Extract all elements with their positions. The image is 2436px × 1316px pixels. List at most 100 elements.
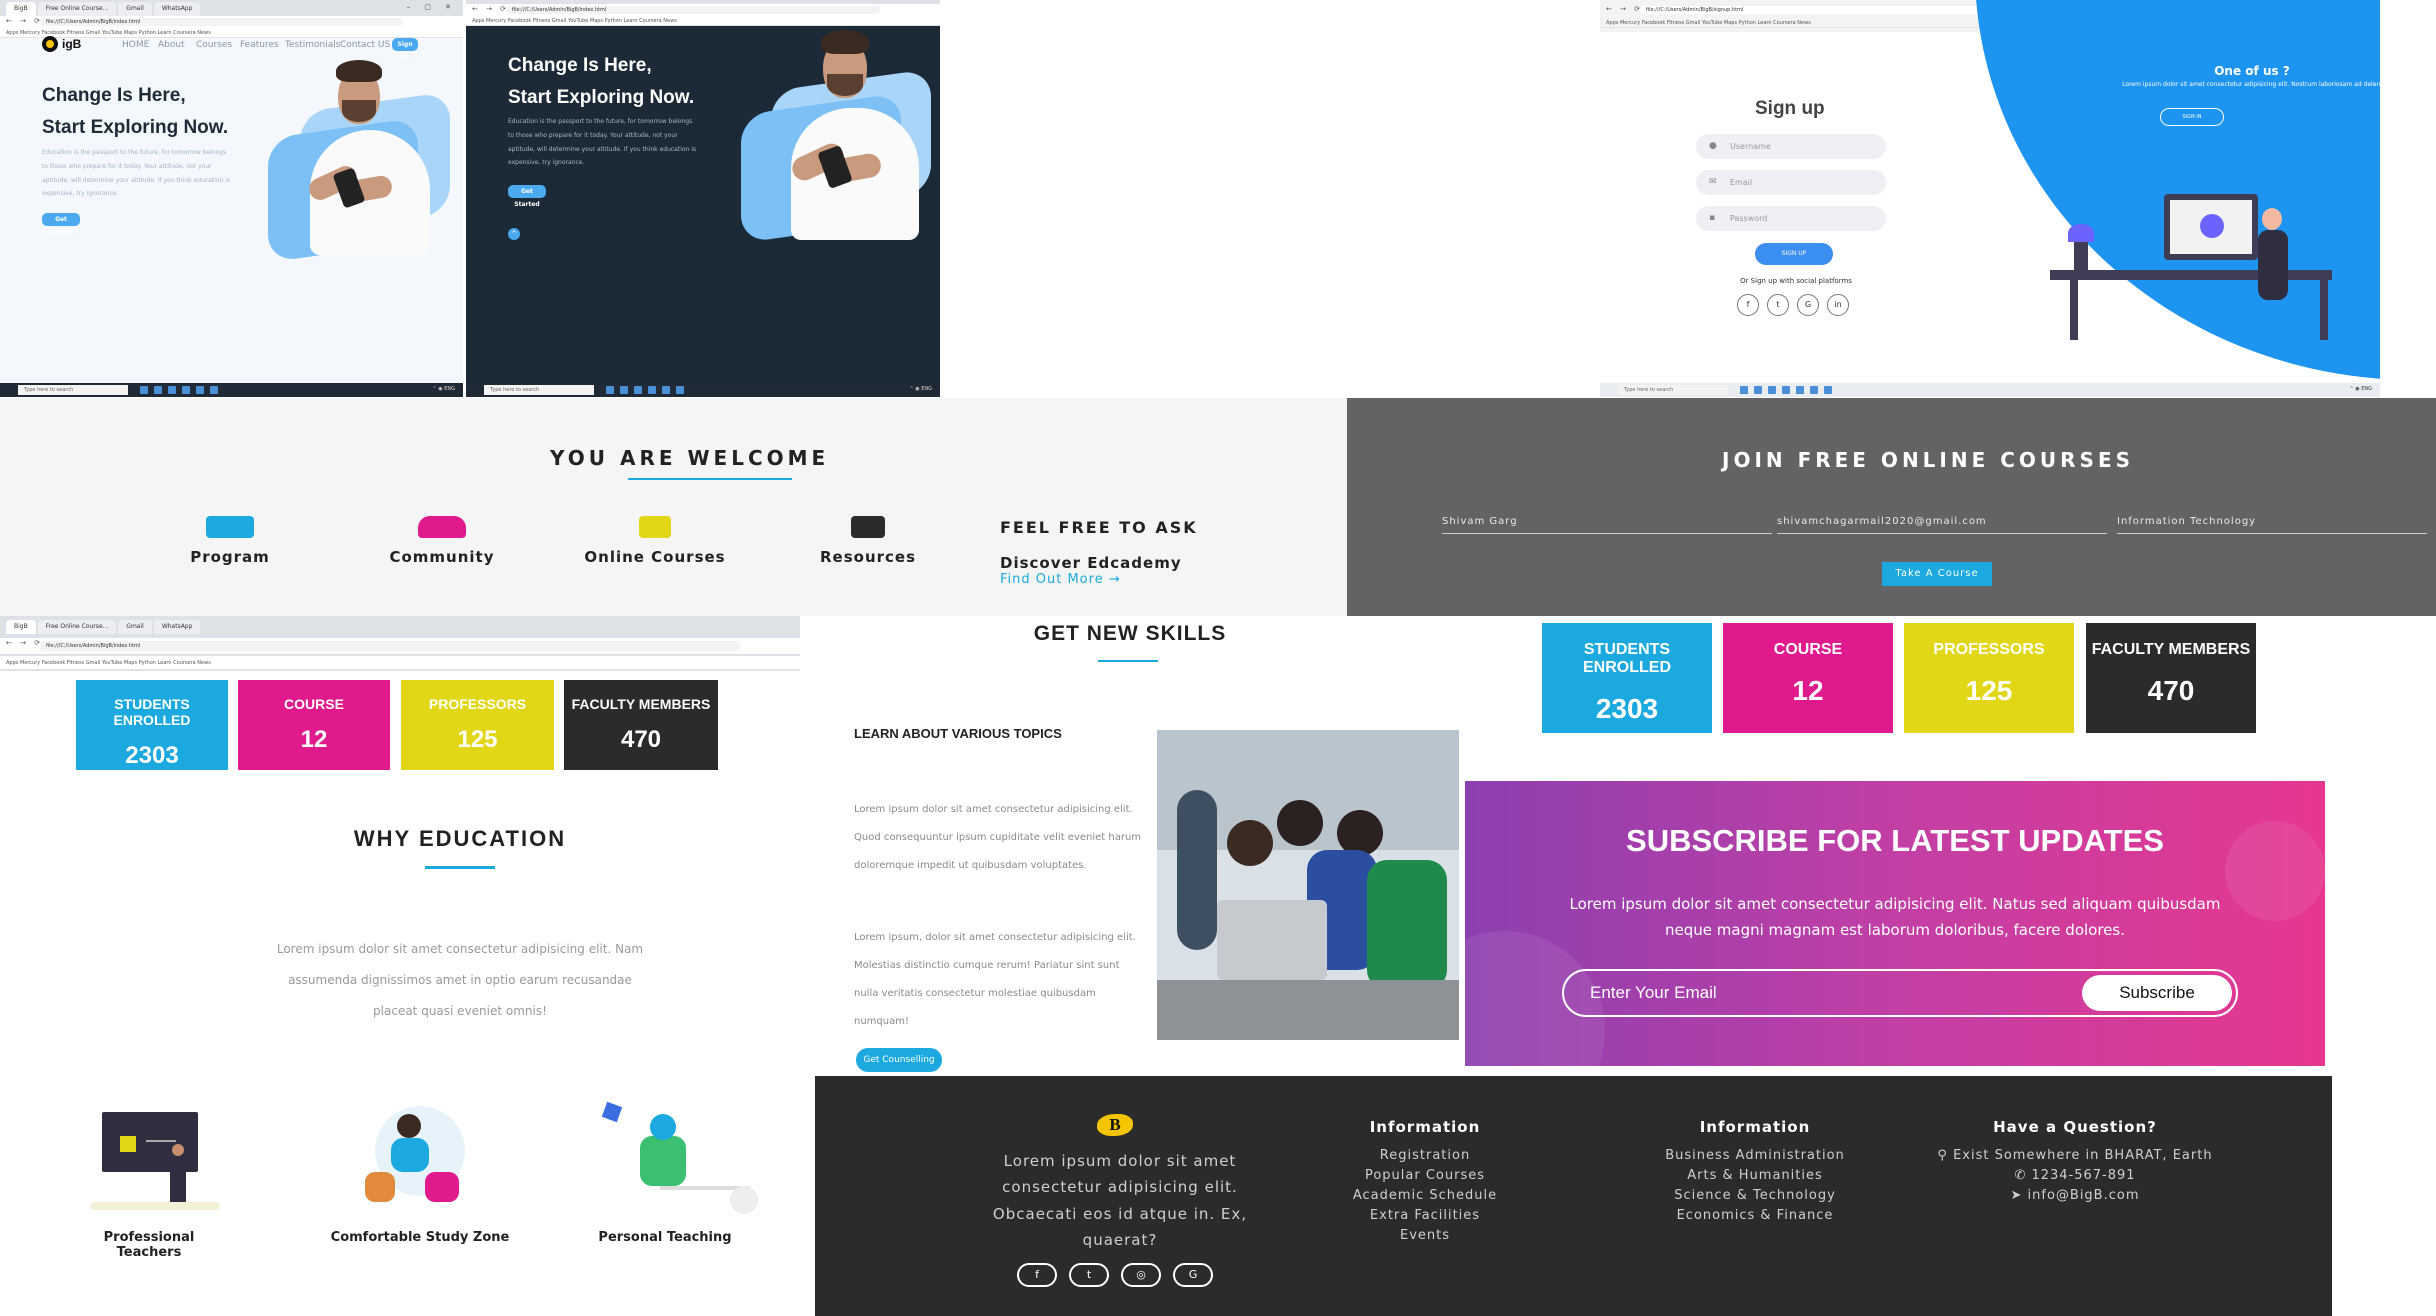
footer-link[interactable]: Registration: [1325, 1148, 1525, 1163]
nav-arrows-icon[interactable]: ← → ⟳: [6, 17, 43, 25]
stat-professors: PROFESSORS 125: [1904, 623, 2074, 733]
stat-value: 12: [300, 726, 328, 753]
taskbar-search-input[interactable]: Type here to search: [1618, 385, 1728, 395]
skills-paragraph: Lorem ipsum dolor sit amet consectetur a…: [854, 804, 1142, 871]
signup-title: Sign up: [1755, 98, 1825, 119]
taskbar-apps[interactable]: [140, 386, 218, 394]
bookmarks-bar[interactable]: Apps Mercury Facebook Fitness Gmail YouT…: [0, 656, 800, 670]
browser-tab[interactable]: Free Online Course...: [37, 2, 117, 16]
stat-value: 2303: [125, 742, 179, 769]
facebook-icon[interactable]: f: [1737, 294, 1759, 316]
nav-courses[interactable]: Courses: [196, 40, 232, 50]
hero-description: Education is the passport to the future,…: [508, 118, 697, 167]
system-tray[interactable]: ⌃ ◉ ENG: [2349, 386, 2372, 392]
nav-home[interactable]: HOME: [122, 40, 149, 50]
browser-tab[interactable]: Gmail: [118, 620, 152, 634]
hero-title-line: Start Exploring Now.: [42, 117, 229, 139]
browser-tab[interactable]: Free Online Course...: [37, 620, 117, 634]
brand-name[interactable]: igB: [62, 37, 81, 51]
nav-about[interactable]: About: [158, 40, 185, 50]
scroll-up-icon[interactable]: ^: [508, 228, 520, 240]
name-field[interactable]: Shivam Garg: [1442, 516, 1772, 534]
instagram-icon[interactable]: ◎: [1121, 1263, 1161, 1287]
browser-tab[interactable]: WhatsApp: [153, 2, 201, 16]
url-field[interactable]: file:///C:/Users/Admin/BigB/index.html: [40, 641, 740, 651]
bigb-logo-icon[interactable]: B: [1097, 1114, 1133, 1136]
bigb-logo-icon[interactable]: [42, 36, 58, 52]
password-field[interactable]: ▪ Password: [1696, 206, 1886, 231]
course-select[interactable]: Information Technology: [2117, 516, 2427, 534]
url-field[interactable]: file:///C:/Users/Admin/BigB/index.html: [40, 18, 403, 26]
email-field[interactable]: shivamchagarmail2020@gmail.com: [1777, 516, 2107, 534]
browser-chrome: ← → ⟳ file:///C:/Users/Admin/BigB/index.…: [466, 0, 940, 26]
footer-link[interactable]: Economics & Finance: [1625, 1208, 1885, 1223]
signup-submit-button[interactable]: SIGN UP: [1755, 243, 1833, 265]
feature-resources[interactable]: Resources: [788, 516, 948, 566]
footer-link[interactable]: Academic Schedule: [1325, 1188, 1525, 1203]
hero-title-line: Start Exploring Now.: [508, 87, 695, 109]
get-started-button[interactable]: Get Started: [508, 185, 546, 208]
take-course-button[interactable]: Take A Course: [1882, 562, 1992, 586]
stat-value: 470: [2147, 675, 2195, 706]
browser-tab[interactable]: WhatsApp: [153, 620, 201, 634]
nav-arrows-icon[interactable]: ← → ⟳: [1606, 5, 1643, 13]
bookmarks-bar[interactable]: Apps Mercury Facebook Fitness Gmail YouT…: [466, 16, 940, 26]
system-tray[interactable]: ⌃ ◉ ENG: [432, 386, 455, 392]
twitter-icon[interactable]: t: [1069, 1263, 1109, 1287]
browser-tab[interactable]: BigB: [6, 2, 36, 16]
feature-community[interactable]: Community: [362, 516, 522, 566]
twitter-icon[interactable]: t: [1767, 294, 1789, 316]
taskbar-apps[interactable]: [606, 386, 684, 394]
subscribe-button[interactable]: Subscribe: [2082, 975, 2232, 1011]
footer-link[interactable]: Extra Facilities: [1325, 1208, 1525, 1223]
google-icon[interactable]: G: [1173, 1263, 1213, 1287]
stat-students: STUDENTS ENROLLED 2303: [1542, 623, 1712, 733]
browser-tab[interactable]: Gmail: [118, 2, 152, 16]
feature-online-courses[interactable]: Online Courses: [575, 516, 735, 566]
subscribe-section: SUBSCRIBE FOR LATEST UPDATES Lorem ipsum…: [1465, 781, 2325, 1066]
stat-faculty: FACULTY MEMBERS 470: [564, 680, 718, 770]
footer-link[interactable]: Arts & Humanities: [1625, 1168, 1885, 1183]
nav-arrows-icon[interactable]: ← → ⟳: [6, 639, 43, 647]
facebook-icon[interactable]: f: [1017, 1263, 1057, 1287]
discover-text: Discover Edcademy: [1000, 554, 1182, 572]
feature-program[interactable]: Program: [150, 516, 310, 566]
nav-arrows-icon[interactable]: ← → ⟳: [472, 5, 509, 13]
nav-contact[interactable]: Contact US: [340, 40, 390, 50]
window-controls[interactable]: – ▢ ✕: [407, 3, 457, 11]
email-placeholder: Email: [1730, 178, 1753, 187]
nav-testimonials[interactable]: Testimonials: [285, 40, 340, 50]
study-zone-illustration: [355, 1086, 485, 1216]
url-field[interactable]: file:///C:/Users/Admin/BigB/index.html: [506, 6, 880, 14]
footer-link[interactable]: Science & Technology: [1625, 1188, 1885, 1203]
email-field[interactable]: ✉ Email: [1696, 170, 1886, 195]
personal-teaching-illustration: [600, 1086, 760, 1216]
taskbar-search-input[interactable]: Type here to search: [484, 385, 594, 395]
footer-phone[interactable]: ✆ 1234-567-891: [1925, 1168, 2225, 1183]
book-icon: [206, 516, 254, 538]
signup-screenshot: ← → ⟳ file:///C:/Users/Admin/BigB/signup…: [1600, 0, 2380, 397]
find-out-more-link[interactable]: Find Out More →: [1000, 572, 1121, 587]
student-with-phone-photo: [771, 30, 931, 240]
stat-label: COURSE: [284, 696, 344, 712]
footer-link[interactable]: Events: [1325, 1228, 1525, 1243]
browser-tab[interactable]: BigB: [6, 620, 36, 634]
nav-features[interactable]: Features: [240, 40, 279, 50]
system-tray[interactable]: ⌃ ◉ ENG: [909, 386, 932, 392]
footer-about-text: Lorem ipsum dolor sit amet consectetur a…: [992, 1152, 1248, 1249]
username-field[interactable]: ● Username: [1696, 134, 1886, 159]
linkedin-icon[interactable]: in: [1827, 294, 1849, 316]
get-started-button[interactable]: Get Started: [42, 213, 80, 236]
browser-tabs: BigB Free Online Course... Gmail WhatsAp…: [6, 620, 201, 634]
taskbar-apps[interactable]: [1740, 386, 1832, 394]
google-icon[interactable]: G: [1797, 294, 1819, 316]
taskbar-search-input[interactable]: Type here to search: [18, 385, 128, 395]
personal-teaching-label: Personal Teaching: [598, 1230, 732, 1245]
signin-button[interactable]: SIGN IN: [2160, 108, 2224, 126]
get-counselling-button[interactable]: Get Counselling: [856, 1048, 942, 1072]
footer-link[interactable]: Business Administration: [1625, 1148, 1885, 1163]
footer-email[interactable]: ➤ info@BigB.com: [1925, 1188, 2225, 1203]
join-title: JOIN FREE ONLINE COURSES: [1722, 448, 2135, 472]
footer-link[interactable]: Popular Courses: [1325, 1168, 1525, 1183]
signup-button[interactable]: Sign Up: [392, 38, 418, 61]
